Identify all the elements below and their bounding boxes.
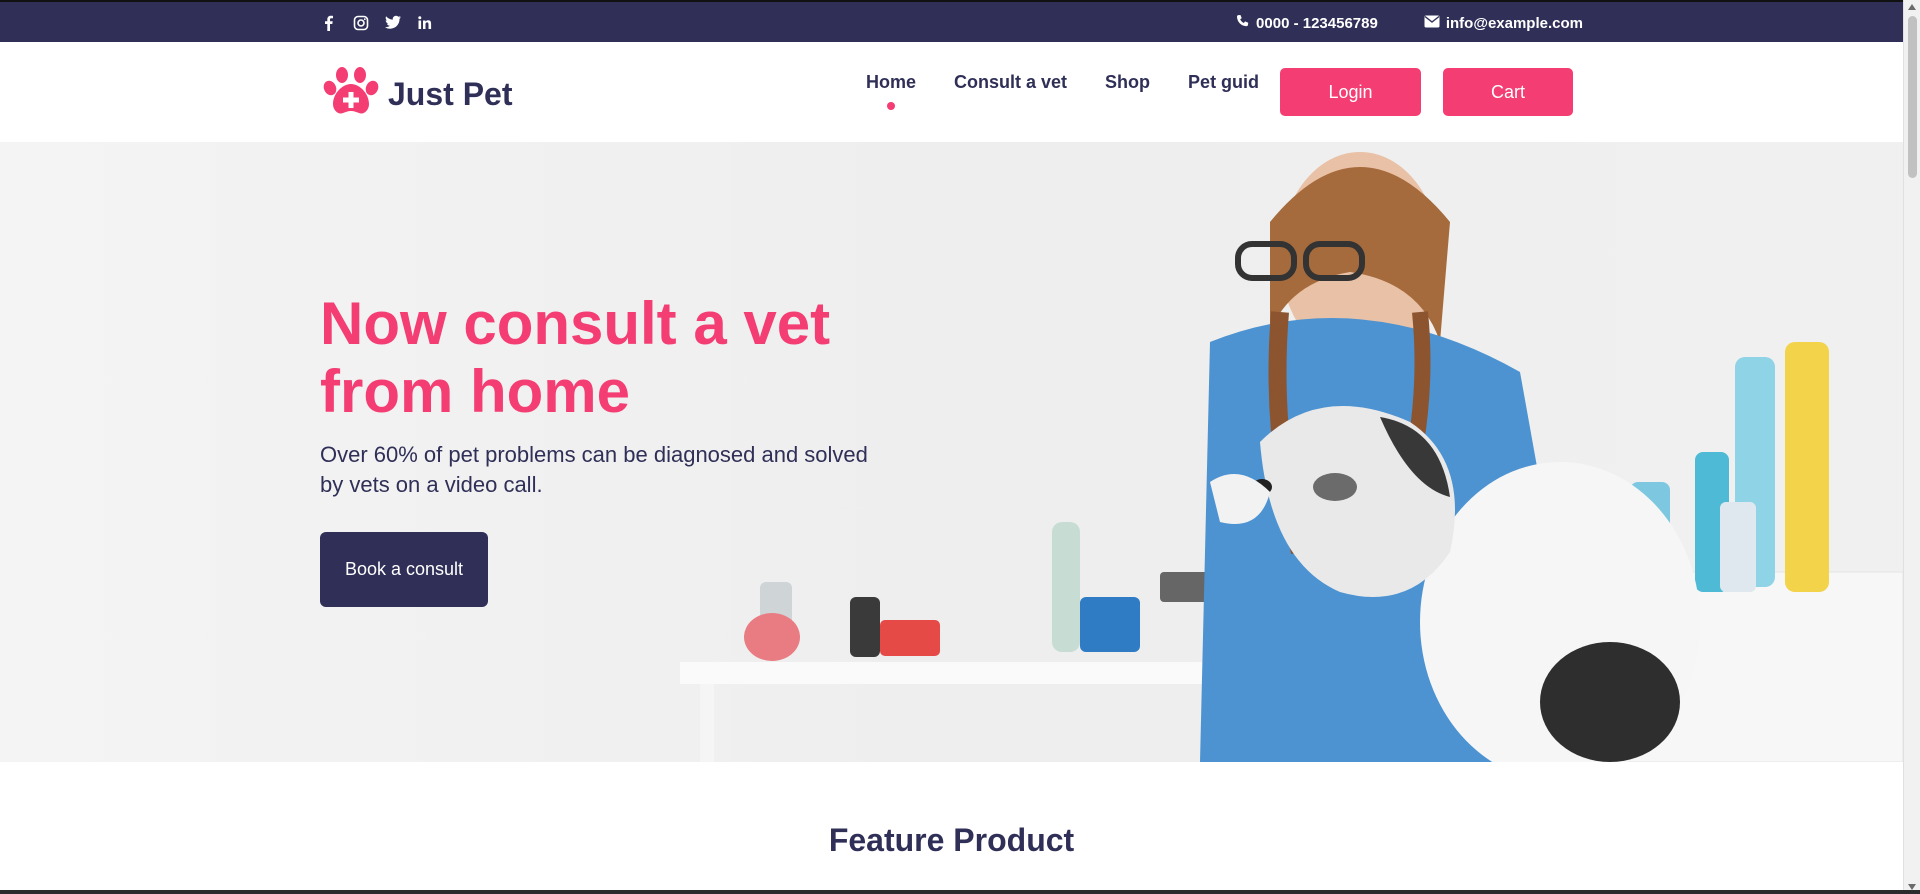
main-header: Just Pet Home Consult a vet Shop Pet gui…: [0, 42, 1903, 142]
main-nav: Home Consult a vet Shop Pet guid: [866, 72, 1259, 93]
cart-button[interactable]: Cart: [1443, 68, 1573, 116]
phone-contact[interactable]: 0000 - 123456789: [1235, 14, 1378, 33]
hero-image: [0, 142, 1903, 762]
logo[interactable]: Just Pet: [320, 66, 512, 123]
nav-home[interactable]: Home: [866, 72, 916, 93]
phone-number: 0000 - 123456789: [1256, 15, 1378, 32]
hero-subtitle: Over 60% of pet problems can be diagnose…: [320, 442, 868, 497]
paw-cross-icon: [320, 66, 384, 123]
top-bar: 0000 - 123456789 info@example.com: [0, 0, 1903, 42]
nav-consult-a-vet[interactable]: Consult a vet: [954, 72, 1067, 93]
facebook-icon[interactable]: [320, 14, 338, 32]
scroll-thumb[interactable]: [1908, 16, 1917, 178]
phone-icon: [1235, 14, 1250, 33]
hero-section: Now consult a vet from home Over 60% of …: [0, 142, 1903, 762]
window-bottom-edge: [0, 890, 1920, 894]
hero-text: Now consult a vet from home Over 60% of …: [320, 290, 880, 500]
nav-pet-guid[interactable]: Pet guid: [1188, 72, 1259, 93]
email-address: info@example.com: [1445, 15, 1583, 32]
scroll-up-arrow-icon[interactable]: [1908, 4, 1916, 10]
logo-text: Just Pet: [388, 76, 513, 112]
contact-info: 0000 - 123456789 info@example.com: [1235, 14, 1583, 33]
feature-section-title: Feature Product: [828, 822, 1075, 858]
linkedin-icon[interactable]: [416, 14, 434, 32]
login-button[interactable]: Login: [1280, 68, 1421, 116]
vertical-scrollbar[interactable]: [1903, 0, 1920, 894]
hero-title: Now consult a vet from home: [320, 290, 831, 425]
page-viewport: 0000 - 123456789 info@example.com Just P…: [0, 0, 1903, 894]
nav-shop[interactable]: Shop: [1105, 72, 1150, 93]
email-contact[interactable]: info@example.com: [1424, 14, 1583, 33]
social-links: [320, 14, 434, 32]
twitter-icon[interactable]: [384, 14, 402, 32]
envelope-icon: [1424, 15, 1440, 32]
book-consult-button[interactable]: Book a consult: [320, 532, 488, 607]
instagram-icon[interactable]: [352, 14, 370, 32]
